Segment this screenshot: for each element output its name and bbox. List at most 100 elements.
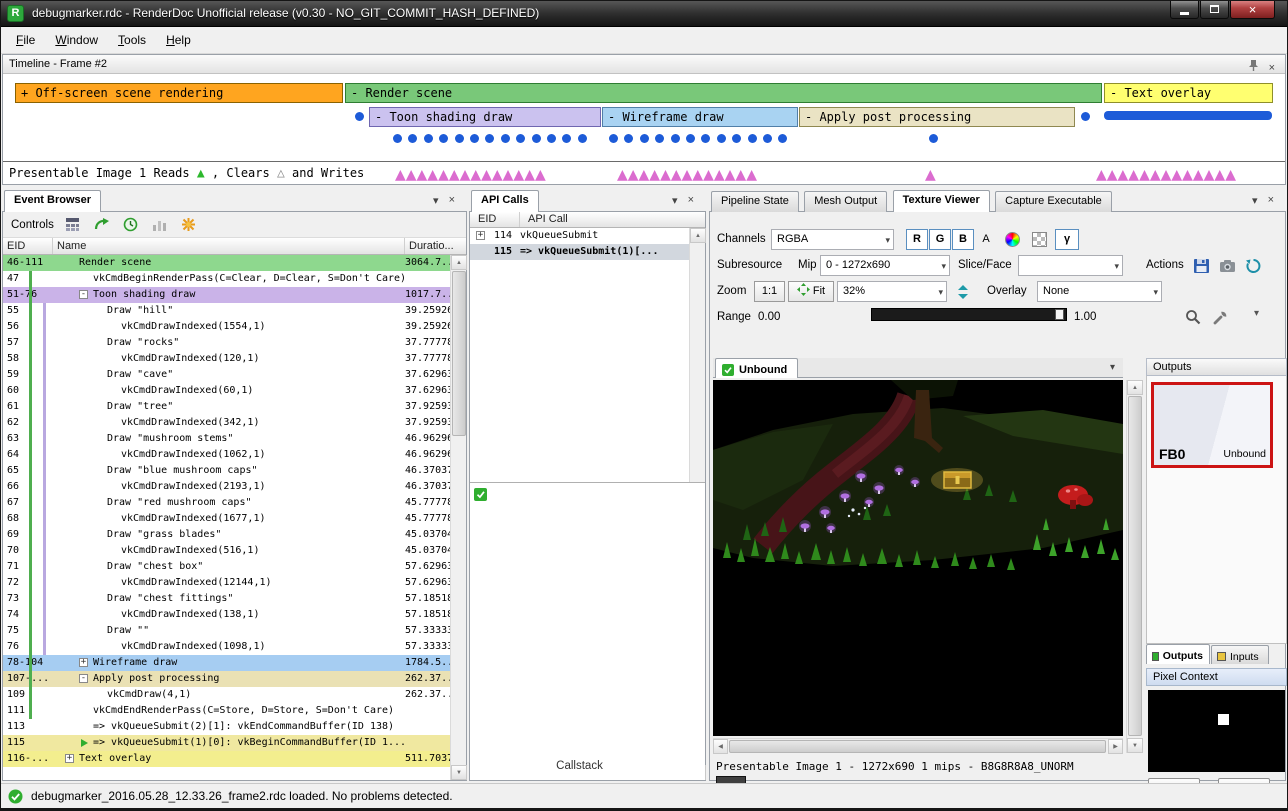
write-marker-cluster[interactable]: ▲▲▲▲▲▲▲▲▲▲▲▲▲ [617, 165, 757, 185]
api-call-row-114[interactable]: +114vkQueueSubmit [470, 228, 689, 244]
event-row-57[interactable]: 57Draw "rocks"37.77778 [3, 335, 450, 351]
event-row-56[interactable]: 56vkCmdDrawIndexed(1554,1)39.25926 [3, 319, 450, 335]
time-durations-icon[interactable] [121, 215, 141, 235]
event-row-115[interactable]: 115=> vkQueueSubmit(1)[0]: vkBeginComman… [3, 735, 450, 751]
scrollbar-thumb[interactable] [1128, 396, 1142, 736]
draw-marker-dot[interactable] [516, 134, 525, 143]
maximize-button[interactable] [1200, 0, 1229, 19]
controls-button[interactable]: Controls [11, 219, 54, 231]
channel-a-button[interactable]: A [976, 229, 996, 250]
event-row-76[interactable]: 76vkCmdDrawIndexed(1098,1)57.33333 [3, 639, 450, 655]
draw-marker-dot[interactable] [732, 134, 741, 143]
event-row-66[interactable]: 66vkCmdDrawIndexed(2193,1)46.37037 [3, 479, 450, 495]
expander-icon[interactable]: - [79, 290, 88, 299]
event-row-65[interactable]: 65Draw "blue mushroom caps"46.37037 [3, 463, 450, 479]
scroll-left-icon[interactable]: ◀ [713, 739, 728, 754]
draw-marker-dot[interactable] [455, 134, 464, 143]
draw-marker-dot[interactable] [671, 134, 680, 143]
event-row-60[interactable]: 60vkCmdDrawIndexed(60,1)37.62963 [3, 383, 450, 399]
close-button[interactable]: × [1230, 0, 1275, 19]
zoom-combo[interactable]: 32% ▾ [837, 281, 947, 302]
flip-y-button[interactable] [953, 281, 973, 302]
draw-marker-dot[interactable] [408, 134, 417, 143]
export-texture-button[interactable] [1215, 255, 1239, 276]
range-min-value[interactable]: 0.00 [758, 310, 780, 324]
scrollbar-thumb[interactable] [452, 271, 466, 436]
event-row-109[interactable]: 109vkCmdDraw(4,1)262.37... [3, 687, 450, 703]
expander-icon[interactable]: + [79, 658, 88, 667]
draw-marker-dot[interactable] [393, 134, 402, 143]
draw-marker-dot[interactable] [609, 134, 618, 143]
texture-display[interactable] [713, 380, 1123, 736]
tab-capture-executable[interactable]: Capture Executable [995, 191, 1112, 212]
expander-icon[interactable]: + [65, 754, 74, 763]
event-row-78-104[interactable]: 78-104+Wireframe draw1784.5... [3, 655, 450, 671]
event-row-68[interactable]: 68vkCmdDrawIndexed(1677,1)45.77778 [3, 511, 450, 527]
event-row-47[interactable]: 47vkCmdBeginRenderPass(C=Clear, D=Clear,… [3, 271, 450, 287]
timeline-bar-wireframe[interactable]: - Wireframe draw [602, 107, 798, 127]
draw-marker-dot[interactable] [763, 134, 772, 143]
slice-face-combo[interactable]: ▾ [1018, 255, 1123, 276]
scrollbar-thumb[interactable] [729, 740, 1106, 753]
api-call-row-115[interactable]: 115=> vkQueueSubmit(1)[... [470, 244, 689, 260]
tab-pipeline-state[interactable]: Pipeline State [711, 191, 799, 212]
autofit-range-button[interactable] [1181, 306, 1205, 327]
texture-list-icon[interactable]: ▾ [1110, 362, 1115, 373]
event-row-63[interactable]: 63Draw "mushroom stems"46.96296 [3, 431, 450, 447]
event-row-64[interactable]: 64vkCmdDrawIndexed(1062,1)46.96296 [3, 447, 450, 463]
mip-combo[interactable]: 0 - 1272x690 ▾ [820, 255, 950, 276]
scroll-down-icon[interactable]: ▼ [1127, 738, 1143, 753]
statistics-icon[interactable] [150, 215, 170, 235]
write-marker-cluster[interactable]: ▲▲▲▲▲▲▲▲▲▲▲▲▲▲ [395, 165, 546, 185]
event-row-46-111[interactable]: 46-111Render scene3064.7... [3, 255, 450, 271]
draw-marker-dot[interactable] [424, 134, 433, 143]
timeline-bar-toon[interactable]: - Toon shading draw [369, 107, 601, 127]
menu-help[interactable]: Help [156, 29, 201, 51]
expander-icon[interactable]: - [79, 674, 88, 683]
draw-marker-dot[interactable] [929, 134, 938, 143]
event-row-71[interactable]: 71Draw "chest box"57.62963 [3, 559, 450, 575]
draw-marker-dot[interactable] [748, 134, 757, 143]
timeline-bar-render-scene[interactable]: - Render scene [345, 83, 1102, 103]
event-row-75[interactable]: 75Draw ""57.33333 [3, 623, 450, 639]
draw-marker-dot[interactable] [778, 134, 787, 143]
browse-captures-icon[interactable] [63, 215, 83, 235]
draw-marker-dot[interactable] [655, 134, 664, 143]
draw-marker-dot[interactable] [717, 134, 726, 143]
panel-menu-icon[interactable]: ▾ [1252, 194, 1258, 207]
draw-marker-dot[interactable] [501, 134, 510, 143]
channel-b-button[interactable]: B [952, 229, 974, 250]
tab-inputs[interactable]: Inputs [1211, 645, 1269, 664]
zoom-1to1-button[interactable]: 1:1 [754, 281, 785, 302]
event-row-113[interactable]: 113=> vkQueueSubmit(2)[1]: vkEndCommandB… [3, 719, 450, 735]
event-row-61[interactable]: 61Draw "tree"37.92593 [3, 399, 450, 415]
timeline-bar-post[interactable]: - Apply post processing [799, 107, 1075, 127]
close-panel-icon[interactable]: × [688, 194, 694, 207]
expander-icon[interactable]: + [476, 231, 485, 240]
tab-api-calls[interactable]: API Calls [471, 190, 539, 212]
texture-vscrollbar[interactable]: ▲ ▼ [1126, 380, 1142, 753]
event-row-72[interactable]: 72vkCmdDrawIndexed(12144,1)57.62963 [3, 575, 450, 591]
draw-marker-dot[interactable] [355, 112, 364, 121]
texture-hscrollbar[interactable]: ◀ ▶ [713, 738, 1123, 753]
draw-marker-dot[interactable] [532, 134, 541, 143]
range-settings-button[interactable] [1209, 306, 1233, 327]
toolbar-overflow-icon[interactable]: ▾ [1254, 308, 1259, 319]
event-row-51-76[interactable]: 51-76-Toon shading draw1017.7... [3, 287, 450, 303]
zoom-fit-button[interactable]: Fit [788, 281, 834, 302]
event-row-116-...[interactable]: 116-...+Text overlay511.7037 [3, 751, 450, 767]
draw-marker-dot[interactable] [485, 134, 494, 143]
draw-marker-dot[interactable] [547, 134, 556, 143]
draw-marker-dot[interactable] [578, 134, 587, 143]
timeline-text-overlay-draws-bar[interactable] [1104, 111, 1272, 120]
panel-menu-icon[interactable]: ▾ [672, 194, 678, 207]
close-panel-icon[interactable]: × [1268, 194, 1274, 207]
gamma-button[interactable]: γ [1055, 229, 1079, 250]
event-row-59[interactable]: 59Draw "cave"37.62963 [3, 367, 450, 383]
event-row-58[interactable]: 58vkCmdDrawIndexed(120,1)37.77778 [3, 351, 450, 367]
event-row-70[interactable]: 70vkCmdDrawIndexed(516,1)45.03704 [3, 543, 450, 559]
fb0-thumbnail[interactable]: FB0 Unbound [1151, 382, 1273, 468]
jump-to-eid-icon[interactable] [92, 215, 112, 235]
alpha-background-button[interactable] [1027, 229, 1051, 250]
scroll-down-icon[interactable]: ▼ [451, 765, 467, 780]
